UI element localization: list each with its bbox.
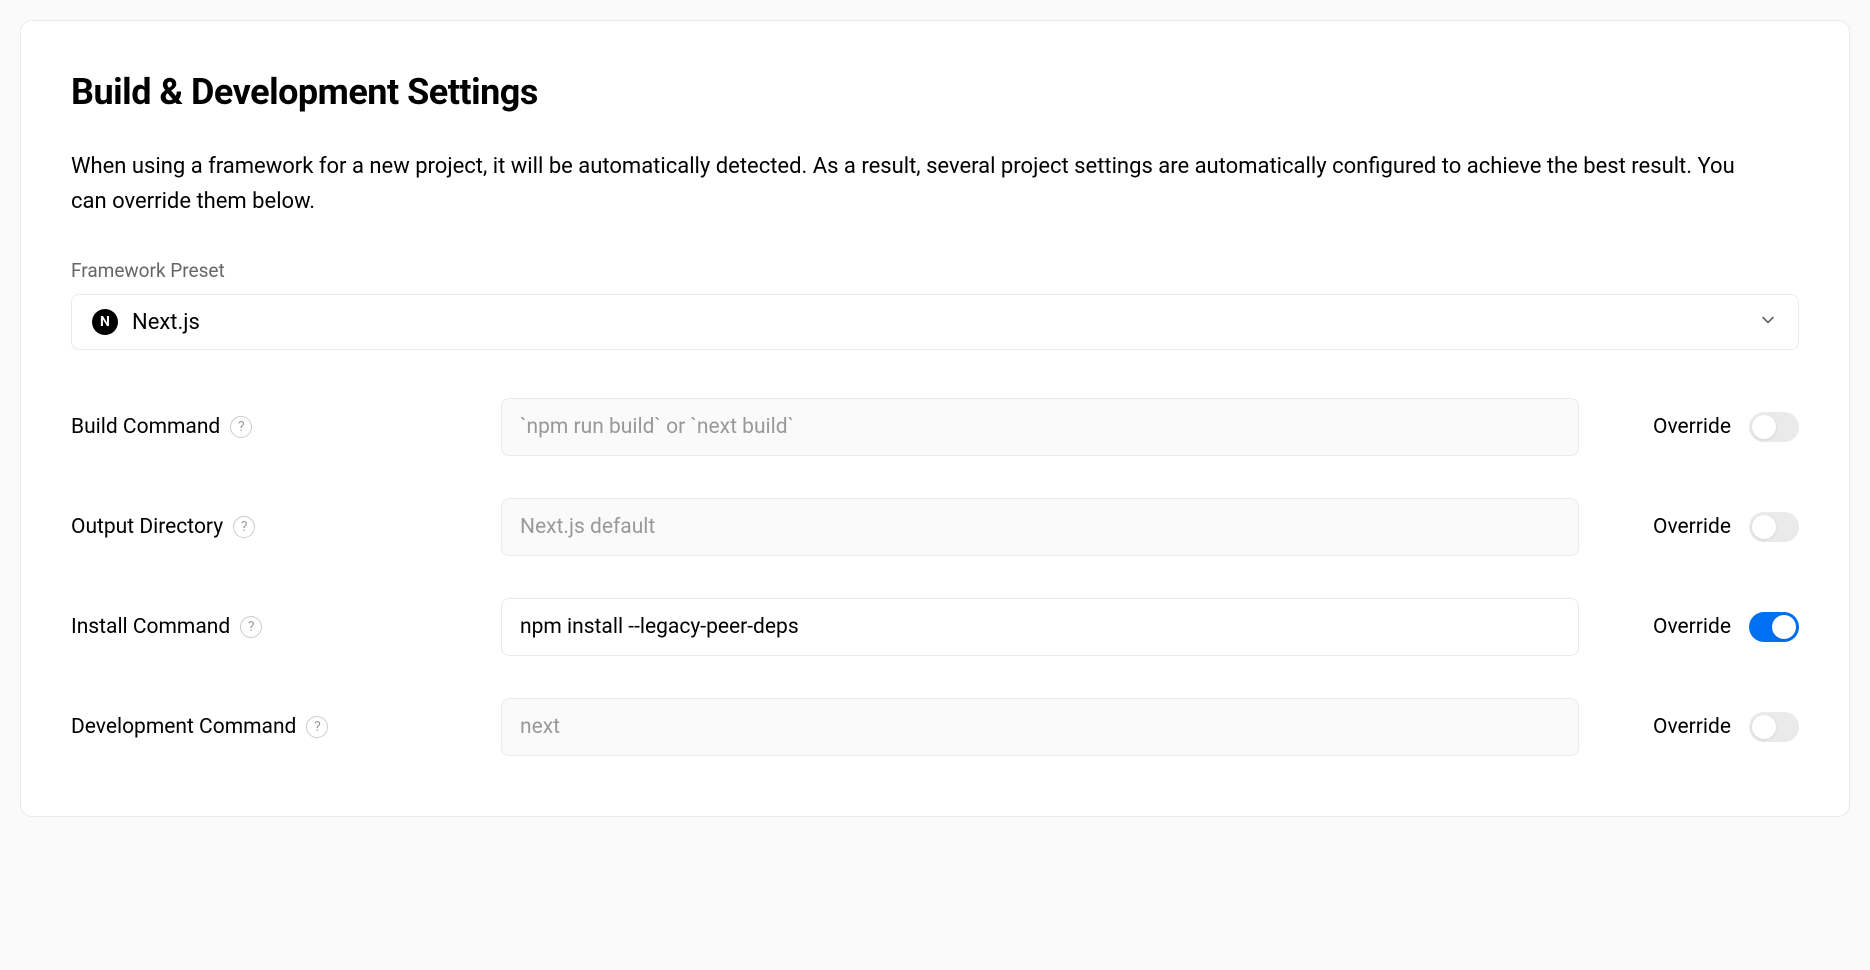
development-command-override-wrap: Override	[1599, 712, 1799, 742]
build-command-override-toggle[interactable]	[1749, 412, 1799, 442]
framework-preset-label: Framework Preset	[71, 259, 1799, 282]
framework-preset-select[interactable]: N Next.js	[71, 294, 1799, 350]
framework-preset-value: Next.js	[132, 310, 200, 335]
build-command-label: Build Command	[71, 415, 220, 439]
install-command-override-toggle[interactable]	[1749, 612, 1799, 642]
output-directory-label-wrap: Output Directory ?	[71, 515, 481, 539]
settings-card: Build & Development Settings When using …	[20, 20, 1850, 817]
development-command-input[interactable]	[501, 698, 1579, 756]
override-label: Override	[1653, 415, 1731, 439]
chevron-down-icon	[1758, 310, 1778, 334]
development-command-label: Development Command	[71, 715, 296, 739]
nextjs-icon: N	[92, 309, 118, 335]
development-command-label-wrap: Development Command ?	[71, 715, 481, 739]
development-command-override-toggle[interactable]	[1749, 712, 1799, 742]
override-label: Override	[1653, 515, 1731, 539]
output-directory-override-wrap: Override	[1599, 512, 1799, 542]
output-directory-input[interactable]	[501, 498, 1579, 556]
help-icon[interactable]: ?	[306, 716, 328, 738]
development-command-row: Development Command ? Override	[71, 698, 1799, 756]
help-icon[interactable]: ?	[233, 516, 255, 538]
help-icon[interactable]: ?	[240, 616, 262, 638]
framework-preset-value-wrap: N Next.js	[92, 309, 200, 335]
build-command-input[interactable]	[501, 398, 1579, 456]
install-command-label: Install Command	[71, 615, 230, 639]
output-directory-override-toggle[interactable]	[1749, 512, 1799, 542]
output-directory-label: Output Directory	[71, 515, 223, 539]
page-title: Build & Development Settings	[71, 71, 1799, 113]
override-label: Override	[1653, 615, 1731, 639]
install-command-row: Install Command ? Override	[71, 598, 1799, 656]
page-description: When using a framework for a new project…	[71, 149, 1771, 219]
build-command-override-wrap: Override	[1599, 412, 1799, 442]
build-command-row: Build Command ? Override	[71, 398, 1799, 456]
override-label: Override	[1653, 715, 1731, 739]
help-icon[interactable]: ?	[230, 416, 252, 438]
install-command-label-wrap: Install Command ?	[71, 615, 481, 639]
install-command-override-wrap: Override	[1599, 612, 1799, 642]
build-command-label-wrap: Build Command ?	[71, 415, 481, 439]
install-command-input[interactable]	[501, 598, 1579, 656]
output-directory-row: Output Directory ? Override	[71, 498, 1799, 556]
